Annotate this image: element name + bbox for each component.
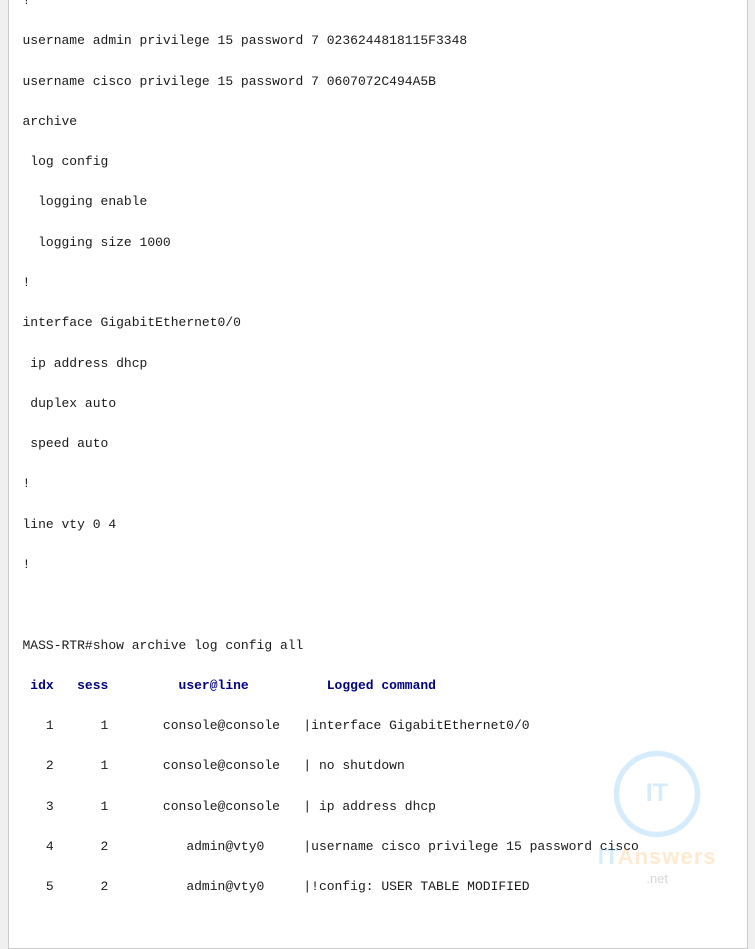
table-row-4: 4 2 admin@vty0 |username cisco privilege… <box>23 837 733 857</box>
table-row-3: 3 1 console@console | ip address dhcp <box>23 797 733 817</box>
line-24: ! <box>23 555 733 575</box>
line-13: archive <box>23 112 733 132</box>
line-21: speed auto <box>23 434 733 454</box>
line-20: duplex auto <box>23 394 733 414</box>
line-12: username cisco privilege 15 password 7 0… <box>23 72 733 92</box>
table-row-5: 5 2 admin@vty0 |!config: USER TABLE MODI… <box>23 877 733 897</box>
line-10: ! <box>23 0 733 11</box>
line-16: logging size 1000 <box>23 233 733 253</box>
table-row-1: 1 1 console@console |interface GigabitEt… <box>23 716 733 736</box>
line-19: ip address dhcp <box>23 354 733 374</box>
terminal-output: MASS-RTR#show running-config ! hostname … <box>23 0 733 938</box>
line-11: username admin privilege 15 password 7 0… <box>23 31 733 51</box>
table-row-2: 2 1 console@console | no shutdown <box>23 756 733 776</box>
line-blank <box>23 595 733 615</box>
table-header: idx sess user@line Logged command <box>23 676 733 696</box>
line-22: ! <box>23 474 733 494</box>
line-14: log config <box>23 152 733 172</box>
line-23: line vty 0 4 <box>23 515 733 535</box>
archive-command: MASS-RTR#show archive log config all <box>23 636 733 656</box>
line-18: interface GigabitEthernet0/0 <box>23 313 733 333</box>
terminal-window: MASS-RTR#show running-config ! hostname … <box>8 0 748 949</box>
line-17: ! <box>23 273 733 293</box>
line-15: logging enable <box>23 192 733 212</box>
